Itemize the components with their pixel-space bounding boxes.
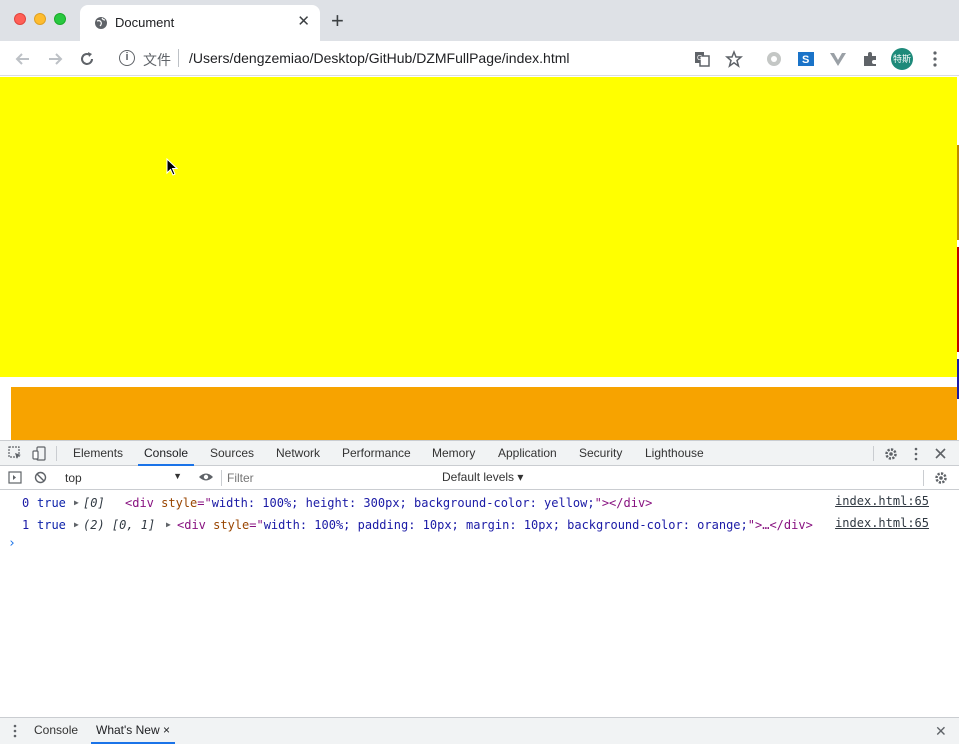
bookmark-star-icon[interactable] [725,50,743,68]
browser-window: Document ✕ + i 文件 /Users/dengzemiao/Desk… [0,0,959,744]
filter-input[interactable] [227,470,427,486]
browser-tab[interactable]: Document ✕ [80,5,320,41]
address-bar[interactable]: /Users/dengzemiao/Desktop/GitHub/DZMFull… [189,50,570,66]
tab-close-icon[interactable]: ✕ [297,13,310,31]
live-expression-eye-icon[interactable] [198,471,214,483]
extensions-puzzle-icon[interactable] [861,50,879,68]
site-info-icon[interactable]: i [119,50,135,66]
expand-triangle-icon[interactable]: ▶ [74,514,79,536]
devtools-panel: Elements Console Sources Network Perform… [0,440,959,744]
drawer-tab-close-icon[interactable]: × [163,723,170,737]
back-icon[interactable] [14,50,32,68]
log-bool: true [37,518,66,532]
extension-s-icon[interactable]: S [797,50,815,68]
drawer-tab-label: What's New [96,723,160,737]
tab-title: Document [115,15,175,30]
tab-bar-divider [56,446,57,461]
svg-text:G: G [697,55,702,62]
attr-eq: =" [197,496,212,510]
tab-network[interactable]: Network [270,441,326,466]
tag-close: "></div> [594,496,653,510]
clear-console-icon[interactable] [34,471,47,484]
svg-text:S: S [802,54,809,66]
tag-open: <div [125,496,162,510]
expand-triangle-icon[interactable]: ▶ [74,492,79,514]
log-source-link[interactable]: index.html:65 [835,490,929,512]
tab-bar-divider-right [873,446,874,461]
globe-icon [95,17,107,29]
context-value: top [65,471,82,485]
drawer-tab-whats-new[interactable]: What's New × [91,718,175,744]
browser-toolbar: i 文件 /Users/dengzemiao/Desktop/GitHub/DZ… [0,41,959,76]
close-window-button[interactable] [14,13,26,25]
log-index: 0 [22,496,30,510]
log-source-link[interactable]: index.html:65 [835,512,929,534]
attr-value: width: 100%; height: 300px; background-c… [211,496,595,510]
tag-open: <div [177,518,214,532]
log-index: 1 [22,518,30,532]
devtools-drawer: Console What's New × ✕ [0,717,959,744]
tab-performance[interactable]: Performance [336,441,417,466]
filter-divider-right [923,470,924,486]
new-tab-button[interactable]: + [331,10,344,32]
tab-application[interactable]: Application [492,441,563,466]
mouse-cursor-icon [166,158,178,176]
device-toolbar-icon[interactable] [32,446,47,461]
yellow-block [0,77,957,377]
vue-devtools-icon[interactable] [829,50,847,68]
log-element[interactable]: <div style="width: 100%; height: 300px; … [125,492,652,514]
settings-gear-icon[interactable] [884,447,898,461]
zoom-window-button[interactable] [54,13,66,25]
filter-divider [221,470,222,486]
attr-eq: =" [249,518,264,532]
tab-sources[interactable]: Sources [204,441,260,466]
minimize-window-button[interactable] [34,13,46,25]
browser-menu-icon[interactable] [926,50,944,68]
tab-memory[interactable]: Memory [426,441,481,466]
tab-strip: Document ✕ + [0,0,959,41]
drawer-menu-icon[interactable] [12,724,18,738]
tab-elements[interactable]: Elements [67,441,129,466]
tag-close: ">…</div> [747,518,813,532]
tab-security[interactable]: Security [573,441,628,466]
page-viewport [0,77,959,440]
close-drawer-icon[interactable]: ✕ [935,723,947,740]
reload-icon[interactable] [78,50,96,68]
devtools-tab-bar: Elements Console Sources Network Perform… [0,441,959,466]
log-element[interactable]: <div style="width: 100%; padding: 10px; … [177,514,813,536]
console-settings-gear-icon[interactable] [934,471,948,485]
attr-name: style [213,518,250,532]
attr-name: style [161,496,198,510]
orange-block [11,387,957,440]
console-filter-bar: top ▼ Default levels ▾ [0,466,959,490]
url-divider [178,49,179,67]
translate-icon[interactable]: G [693,50,711,68]
sidebar-toggle-icon[interactable] [8,471,22,484]
log-levels-dropdown[interactable]: Default levels ▾ [442,470,523,484]
extension-circle-icon[interactable] [765,50,783,68]
tab-lighthouse[interactable]: Lighthouse [639,441,710,466]
forward-icon[interactable] [46,50,64,68]
log-array[interactable]: [0] [83,492,105,514]
inspect-element-icon[interactable] [8,446,23,461]
console-prompt[interactable]: › [8,536,16,551]
console-log-row: 0 true ▶ [0] <div style="width: 100%; he… [0,492,959,514]
url-scheme-label: 文件 [143,52,171,68]
profile-avatar[interactable]: 特斯 [891,48,913,70]
customize-menu-icon[interactable] [912,447,920,461]
log-array[interactable]: (2) [0, 1] [83,514,155,536]
attr-value: width: 100%; padding: 10px; margin: 10px… [263,518,748,532]
drawer-tab-console[interactable]: Console [29,718,83,744]
chevron-down-icon: ▼ [173,471,182,481]
log-bool: true [37,496,66,510]
tab-console[interactable]: Console [138,441,195,466]
expand-triangle-icon[interactable]: ▶ [166,514,171,536]
context-selector[interactable]: top ▼ [57,469,187,487]
console-log-row: 1 true ▶ (2) [0, 1] ▶ <div style="width:… [0,514,959,536]
close-devtools-icon[interactable] [935,448,946,459]
